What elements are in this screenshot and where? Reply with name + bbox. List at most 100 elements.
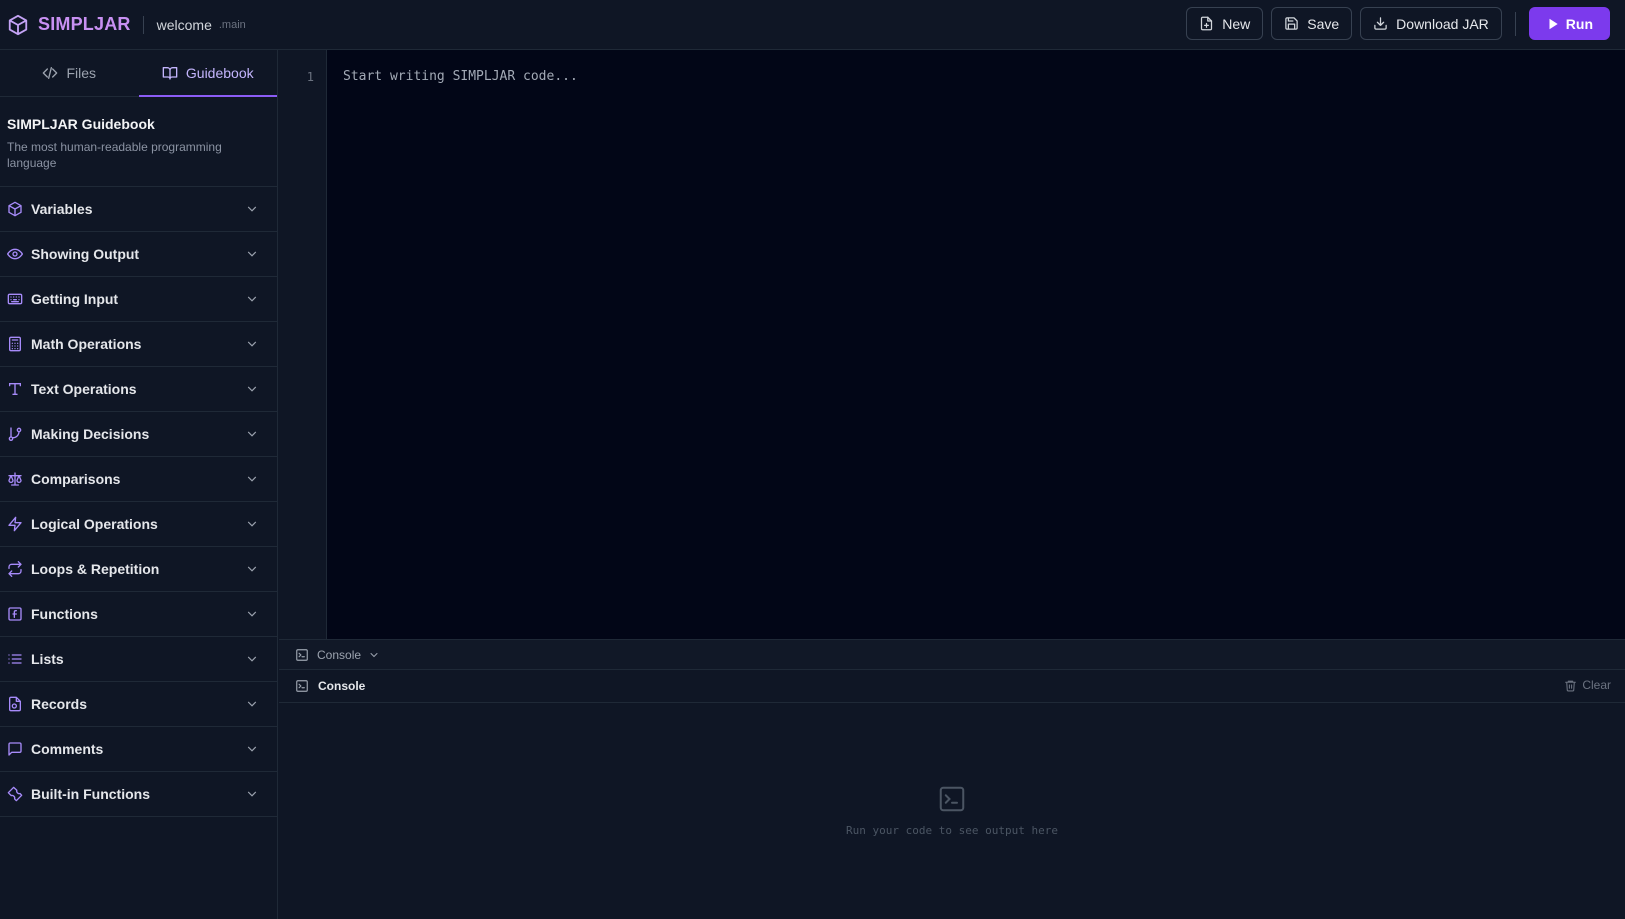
chevron-down-icon	[245, 787, 259, 801]
section-text-operations[interactable]: Text Operations	[0, 367, 277, 412]
section-lists[interactable]: Lists	[0, 637, 277, 682]
terminal-icon	[295, 679, 309, 693]
section-label: Built-in Functions	[31, 786, 150, 802]
new-button[interactable]: New	[1186, 7, 1264, 40]
section-label: Functions	[31, 606, 98, 622]
console-toggle-label: Console	[317, 647, 362, 662]
scale-icon	[7, 471, 23, 487]
section-logical-operations[interactable]: Logical Operations	[0, 502, 277, 547]
chevron-down-icon	[361, 649, 380, 661]
cube-logo-icon	[7, 14, 29, 36]
chevron-down-icon	[245, 202, 259, 216]
save-button-label: Save	[1307, 15, 1340, 32]
section-label: Loops & Repetition	[31, 561, 160, 577]
sidebar-tabs: Files Guidebook	[0, 50, 277, 97]
tab-guidebook[interactable]: Guidebook	[138, 50, 278, 97]
file-name[interactable]: welcome	[157, 17, 212, 33]
download-icon	[1373, 16, 1396, 31]
section-label: Making Decisions	[31, 426, 150, 442]
eye-icon	[7, 246, 23, 262]
code-icon	[42, 65, 66, 81]
book-icon	[162, 65, 186, 81]
console-panel: Console Clear Run your code to see outpu…	[279, 670, 1625, 919]
function-icon	[7, 606, 23, 622]
section-label: Variables	[31, 201, 93, 217]
download-button-label: Download JAR	[1396, 15, 1489, 32]
git-branch-icon	[7, 426, 23, 442]
chevron-down-icon	[245, 472, 259, 486]
clear-console-button[interactable]: Clear	[1564, 678, 1611, 692]
section-label: Comparisons	[31, 471, 121, 487]
section-making-decisions[interactable]: Making Decisions	[0, 412, 277, 457]
run-button[interactable]: Run	[1528, 7, 1610, 40]
wrench-icon	[7, 786, 23, 802]
section-label: Comments	[31, 741, 104, 757]
message-icon	[7, 741, 23, 757]
guidebook-title: SIMPLJAR Guidebook	[7, 116, 155, 132]
cube-icon	[7, 201, 23, 217]
trash-icon	[1564, 679, 1582, 692]
section-label: Records	[31, 696, 88, 712]
section-records[interactable]: Records	[0, 682, 277, 727]
save-icon	[1284, 16, 1307, 31]
chevron-down-icon	[245, 652, 259, 666]
chevron-down-icon	[245, 382, 259, 396]
chevron-down-icon	[245, 337, 259, 351]
chevron-down-icon	[245, 607, 259, 621]
terminal-icon	[937, 784, 967, 814]
brand-divider	[142, 15, 144, 34]
section-functions[interactable]: Functions	[0, 592, 277, 637]
toolbar-divider	[1514, 11, 1516, 36]
section-loops-repetition[interactable]: Loops & Repetition	[0, 547, 277, 592]
toolbar-actions: New Save Download JAR Run	[1178, 7, 1610, 40]
file-record-icon	[7, 696, 23, 712]
list-icon	[7, 651, 23, 667]
chevron-down-icon	[245, 742, 259, 756]
console-empty-state: Run your code to see output here	[279, 784, 1625, 837]
code-editor[interactable]: 1 Start writing SIMPLJAR code...	[279, 50, 1625, 639]
section-label: Getting Input	[31, 291, 119, 307]
section-math-operations[interactable]: Math Operations	[0, 322, 277, 367]
file-extension: .main	[218, 18, 246, 31]
console-toggle-bar[interactable]: Console	[279, 639, 1625, 670]
section-comparisons[interactable]: Comparisons	[0, 457, 277, 502]
section-variables[interactable]: Variables	[0, 187, 277, 232]
guidebook-sections: Variables Showing Output Getting Input M…	[0, 187, 277, 817]
tab-guidebook-label: Guidebook	[185, 65, 254, 81]
console-title: Console	[318, 679, 366, 693]
sidebar: Files Guidebook SIMPLJAR Guidebook The m…	[0, 50, 278, 919]
chevron-down-icon	[245, 427, 259, 441]
chevron-down-icon	[245, 697, 259, 711]
console-empty-message: Run your code to see output here	[846, 824, 1058, 837]
section-label: Text Operations	[31, 381, 137, 397]
line-number-gutter: 1	[279, 50, 327, 639]
section-label: Showing Output	[31, 246, 140, 262]
repeat-icon	[7, 561, 23, 577]
chevron-down-icon	[245, 247, 259, 261]
section-label: Logical Operations	[31, 516, 158, 532]
tab-files[interactable]: Files	[0, 50, 139, 96]
keyboard-icon	[7, 291, 23, 307]
file-plus-icon	[1199, 16, 1222, 31]
section-built-in-functions[interactable]: Built-in Functions	[0, 772, 277, 817]
section-comments[interactable]: Comments	[0, 727, 277, 772]
chevron-down-icon	[245, 517, 259, 531]
save-button[interactable]: Save	[1271, 7, 1353, 40]
clear-label: Clear	[1582, 678, 1611, 692]
brand: SIMPLJAR welcome .main	[7, 14, 246, 36]
top-bar: SIMPLJAR welcome .main New Save Download…	[0, 0, 1625, 50]
run-button-label: Run	[1565, 15, 1593, 32]
tab-files-label: Files	[66, 65, 97, 81]
guidebook-header: SIMPLJAR Guidebook The most human-readab…	[0, 97, 277, 187]
section-getting-input[interactable]: Getting Input	[0, 277, 277, 322]
type-icon	[7, 381, 23, 397]
zap-icon	[7, 516, 23, 532]
download-jar-button[interactable]: Download JAR	[1360, 7, 1502, 40]
section-label: Lists	[31, 651, 64, 667]
terminal-icon	[295, 648, 309, 662]
section-label: Math Operations	[31, 336, 142, 352]
section-showing-output[interactable]: Showing Output	[0, 232, 277, 277]
play-icon	[1546, 17, 1566, 31]
brand-name: SIMPLJAR	[38, 14, 131, 34]
new-button-label: New	[1222, 15, 1251, 32]
